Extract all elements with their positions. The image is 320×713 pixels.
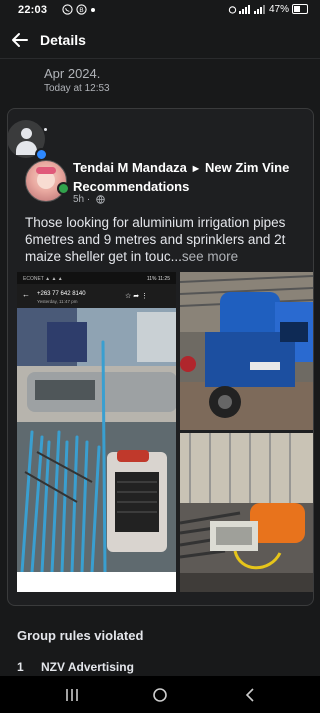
status-bar: 22:03 B 47% — [0, 0, 320, 22]
chat-icon: B — [76, 4, 87, 15]
avatar-dot — [44, 128, 47, 131]
embedded-status: 11% 11:25 — [147, 276, 170, 282]
maize-sheller-photo[interactable] — [180, 272, 313, 430]
meta-separator: · — [86, 194, 91, 205]
author-avatar[interactable] — [25, 160, 67, 202]
rules-title: Group rules violated — [17, 628, 144, 643]
svg-text:B: B — [79, 7, 83, 14]
avatar-bow — [36, 167, 56, 174]
system-nav-bar — [0, 676, 320, 713]
report-date: Apr 2024. — [44, 66, 101, 81]
person-body — [16, 141, 37, 155]
app-bar: Details — [0, 26, 320, 56]
see-more-link[interactable]: see more — [182, 249, 238, 264]
status-right: 47% — [228, 4, 308, 15]
rule-number: 1 — [17, 660, 24, 674]
maize-sheller-svg — [180, 272, 313, 430]
whatsapp-icon — [62, 4, 73, 15]
embedded-phone: +263 77 642 8140 — [37, 291, 86, 297]
pump-engine-photo[interactable] — [180, 433, 313, 592]
post-meta: 5h · — [73, 194, 105, 205]
back-icon[interactable] — [240, 686, 260, 704]
post-header: Tendai M Mandaza ► New Zim Vine Recommen… — [73, 159, 303, 195]
alarm-icon — [228, 6, 236, 14]
pump-engine-svg — [180, 433, 313, 592]
header-divider — [0, 58, 320, 59]
report-time: Today at 12:53 — [44, 83, 110, 94]
arrow-icon: ► — [190, 163, 202, 175]
signal-4g-icon — [254, 4, 266, 14]
status-time: 22:03 — [18, 4, 48, 16]
recent-apps-icon[interactable] — [62, 686, 82, 704]
svg-text:←: ← — [22, 290, 30, 299]
irrigation-pipes-photo[interactable]: ECONET ▲ ▲ ▲ 11% 11:25 ← +263 77 642 814… — [17, 272, 176, 592]
rule-item[interactable]: 1 NZV Advertising — [17, 660, 134, 674]
notification-icons: B — [62, 4, 96, 15]
dot-icon — [90, 7, 95, 12]
post-age[interactable]: 5h — [73, 194, 84, 205]
person-head — [21, 128, 32, 139]
page-title: Details — [40, 32, 86, 48]
svg-text:ECONET ▲ ▲ ▲: ECONET ▲ ▲ ▲ — [23, 276, 63, 282]
globe-icon — [96, 195, 105, 204]
battery-percent: 47% — [268, 4, 289, 15]
irrigation-pipes-svg: ECONET ▲ ▲ ▲ 11% 11:25 ← +263 77 642 814… — [17, 272, 176, 592]
post-text: Those looking for aluminium irrigation p… — [25, 214, 305, 265]
rule-label: NZV Advertising — [41, 660, 134, 674]
svg-text:☆ ➦ ⋮: ☆ ➦ ⋮ — [125, 292, 148, 300]
embedded-subtitle: Yesterday, 11:47 pm — [37, 299, 78, 304]
home-icon[interactable] — [150, 686, 170, 704]
arrow-left-icon[interactable] — [10, 30, 30, 50]
battery-icon — [292, 4, 308, 15]
signal-icon — [239, 4, 251, 14]
post-body: Those looking for aluminium irrigation p… — [25, 215, 286, 264]
author-name[interactable]: Tendai M Mandaza — [73, 160, 187, 175]
online-status-dot — [57, 182, 70, 195]
